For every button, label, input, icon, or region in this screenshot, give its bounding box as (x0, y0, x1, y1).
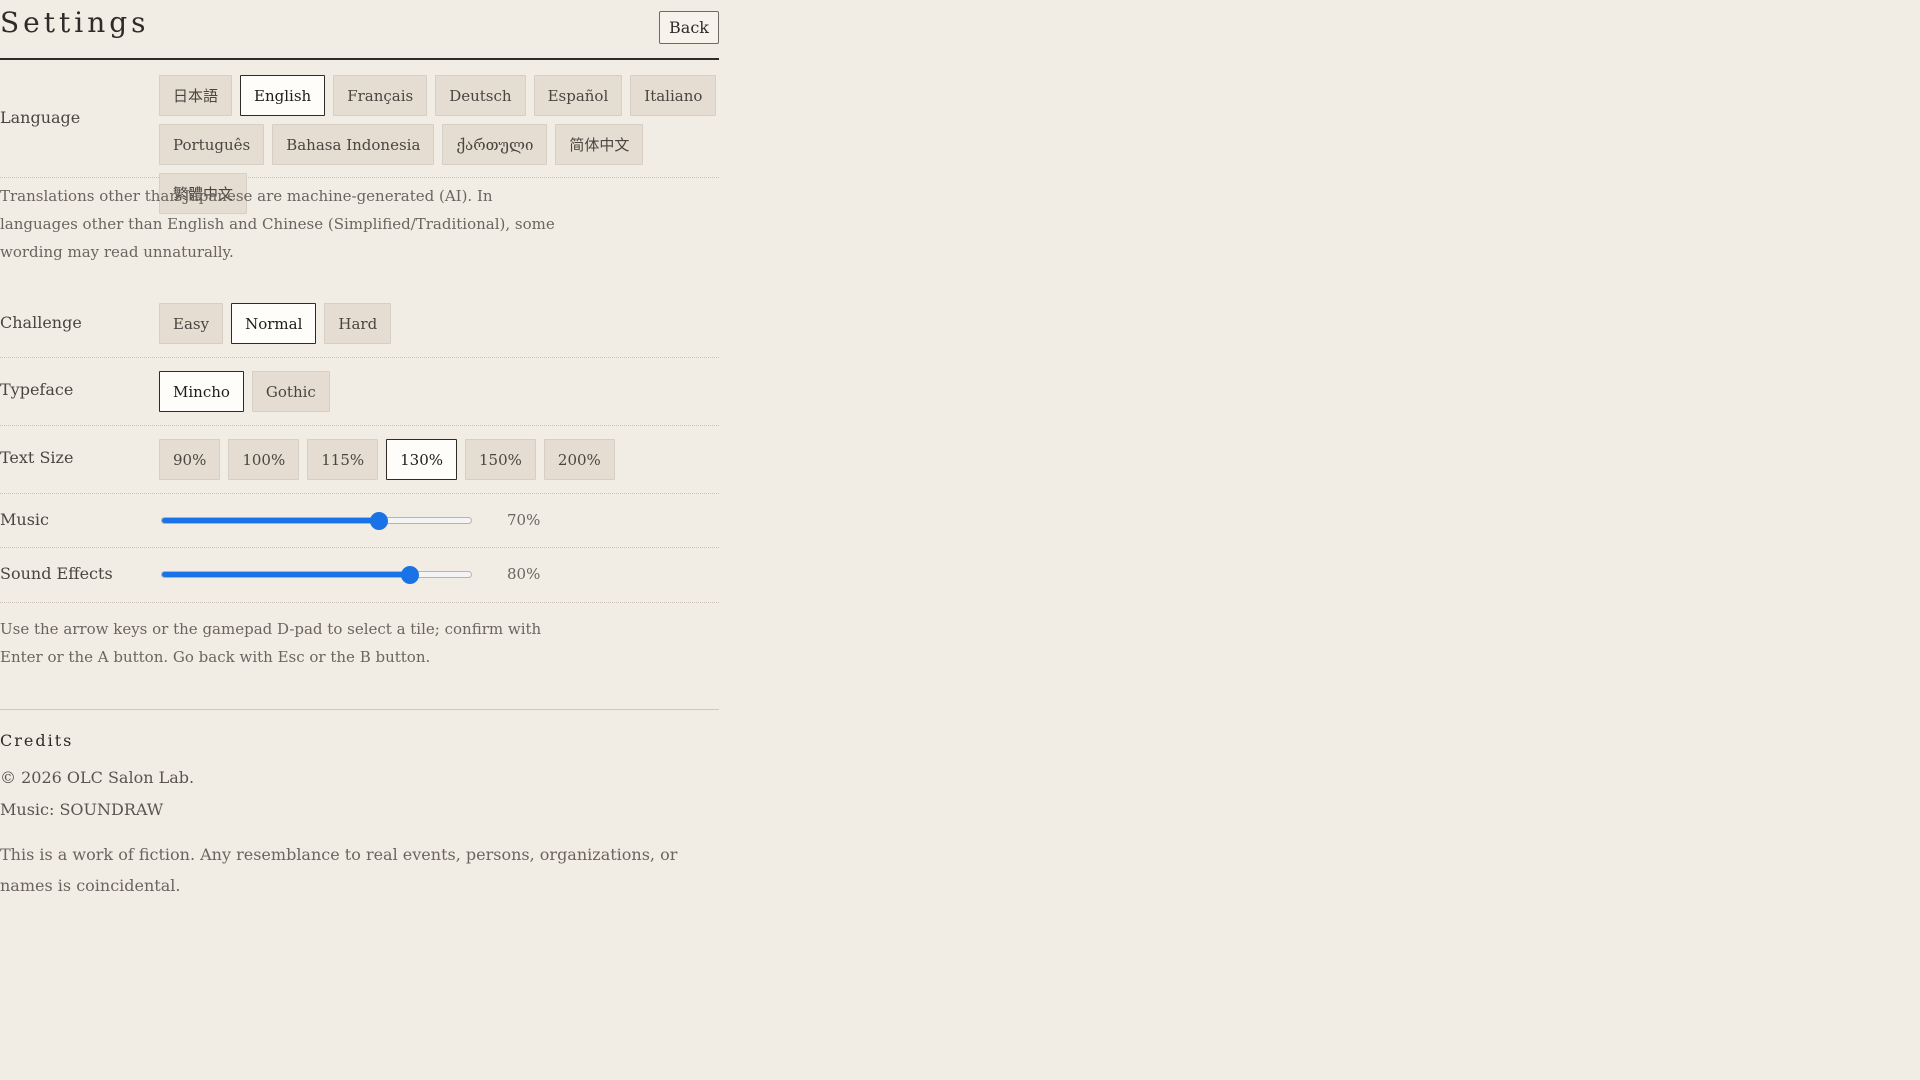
music-slider-fill (162, 518, 379, 523)
controls-note: Use the arrow keys or the gamepad D-pad … (0, 620, 542, 666)
sound-effects-value: 80% (507, 565, 541, 583)
language-option-3[interactable]: Deutsch (435, 75, 526, 116)
text-size-option-5[interactable]: 200% (543, 439, 615, 480)
music-label: Music (0, 510, 49, 529)
challenge-option-2[interactable]: Hard (324, 303, 392, 344)
back-button[interactable]: Back (659, 11, 719, 44)
text-size-option-1[interactable]: 100% (228, 439, 300, 480)
language-option-7[interactable]: Bahasa Indonesia (272, 124, 435, 165)
music-credit-text: Music: SOUNDRAW (0, 800, 164, 819)
music-slider-thumb[interactable] (369, 512, 388, 530)
language-option-1[interactable]: English (240, 75, 326, 116)
credits-section: Credits © 2026 OLC Salon Lab. Music: SOU… (0, 731, 719, 895)
sound-effects-slider-track[interactable] (161, 571, 472, 578)
language-option-5[interactable]: Italiano (630, 75, 717, 116)
language-option-4[interactable]: Español (533, 75, 623, 116)
language-label: Language (0, 108, 81, 127)
sound-effects-slider-fill (162, 572, 410, 577)
challenge-option-1[interactable]: Normal (231, 303, 317, 344)
typeface-options: Mincho Gothic (159, 371, 330, 412)
credits-divider (0, 709, 719, 710)
language-option-2[interactable]: Français (333, 75, 428, 116)
translation-note: Translations other than Japanese are mac… (0, 187, 555, 261)
text-size-option-2[interactable]: 115% (307, 439, 379, 480)
challenge-label: Challenge (0, 313, 82, 332)
text-size-options: 90% 100% 115% 130% 150% 200% (159, 439, 615, 480)
music-slider[interactable] (161, 511, 472, 531)
music-value: 70% (507, 511, 541, 529)
settings-panel: Settings Back Language 日本語 English Françai… (0, 0, 719, 895)
sound-effects-slider[interactable] (161, 565, 472, 585)
text-size-option-4[interactable]: 150% (465, 439, 536, 480)
language-row: Language 日本語 English Français Deutsch Españo… (0, 60, 719, 214)
challenge-row: Challenge Easy Normal Hard (0, 291, 719, 358)
music-slider-track[interactable] (161, 517, 472, 524)
language-option-0[interactable]: 日本語 (159, 75, 233, 116)
page-title: Settings (0, 6, 150, 39)
typeface-row: Typeface Mincho Gothic (0, 358, 719, 426)
credits-heading: Credits (0, 731, 74, 750)
text-size-option-3[interactable]: 130% (386, 439, 458, 480)
text-size-option-0[interactable]: 90% (159, 439, 221, 480)
text-size-row: Text Size 90% 100% 115% 130% 150% 200% (0, 426, 719, 494)
fiction-disclaimer: This is a work of fiction. Any resemblan… (0, 845, 678, 895)
sound-effects-row: Sound Effects 80% (0, 548, 719, 603)
typeface-label: Typeface (0, 380, 74, 399)
typeface-option-0[interactable]: Mincho (159, 371, 244, 412)
sound-effects-label: Sound Effects (0, 564, 113, 583)
text-size-label: Text Size (0, 448, 74, 467)
language-option-9[interactable]: 简体中文 (555, 124, 644, 165)
sound-effects-slider-thumb[interactable] (400, 566, 419, 584)
typeface-option-1[interactable]: Gothic (251, 371, 330, 412)
settings-header: Settings Back (0, 0, 719, 60)
language-option-8[interactable]: ქართული (442, 124, 548, 165)
challenge-options: Easy Normal Hard (159, 303, 392, 344)
copyright-text: © 2026 OLC Salon Lab. (0, 768, 195, 787)
language-option-6[interactable]: Português (159, 124, 265, 165)
challenge-option-0[interactable]: Easy (159, 303, 224, 344)
music-row: Music 70% (0, 494, 719, 548)
